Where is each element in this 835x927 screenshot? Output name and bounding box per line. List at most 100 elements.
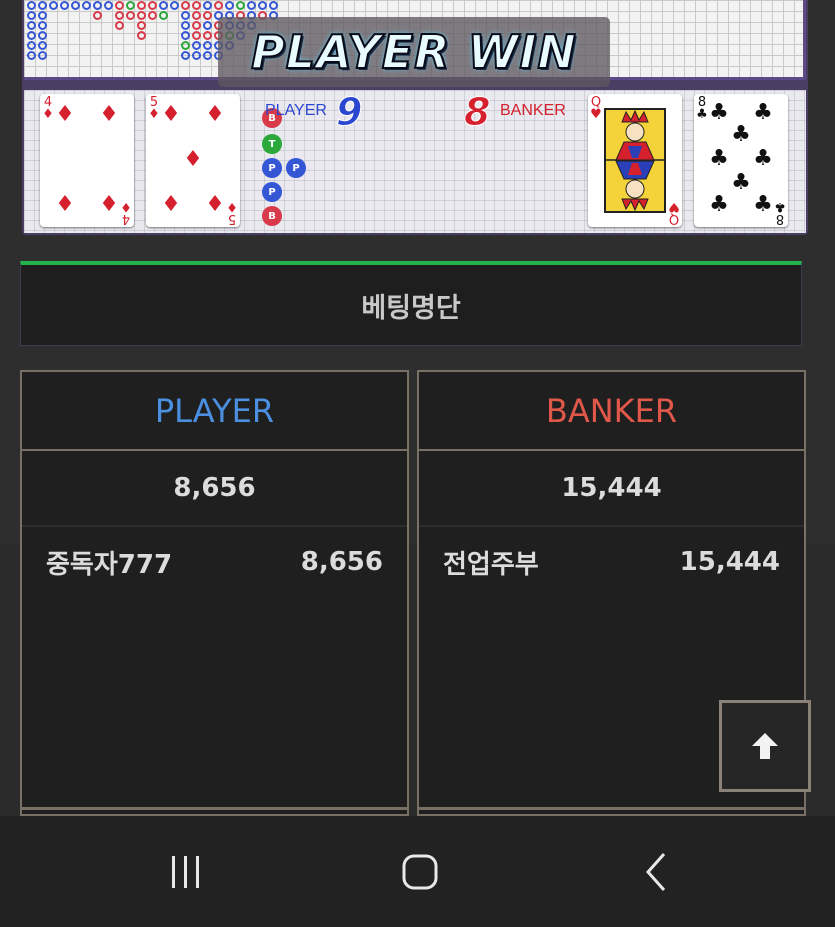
road-map-column [148, 1, 157, 20]
road-map-dot [214, 1, 223, 10]
road-map-dot [148, 11, 157, 20]
road-map-dot [38, 21, 47, 30]
list-item: 전업주부 15,444 [419, 527, 804, 597]
road-map-dot [159, 1, 168, 10]
bead-player: P [262, 182, 282, 202]
card-area [24, 90, 806, 233]
player-score-label: PLAYER [265, 102, 327, 119]
scroll-to-top-button[interactable] [719, 700, 811, 792]
road-map-dot [192, 11, 201, 20]
road-map-dot [269, 1, 278, 10]
road-map-column [203, 1, 212, 60]
player-score: 9 [335, 90, 363, 135]
bettor-name: 전업주부 [443, 549, 539, 580]
road-map-dot [27, 11, 36, 20]
road-map-column [192, 1, 201, 60]
road-map-column [82, 1, 91, 10]
road-map-dot [27, 1, 36, 10]
result-banner: PLAYER WIN [218, 17, 610, 87]
road-map-dot [93, 11, 102, 20]
road-map-dot [247, 1, 256, 10]
banker-score-label: BANKER [500, 102, 566, 119]
road-map-dot [104, 1, 113, 10]
bead-tie: T [262, 134, 282, 154]
road-map-dot [181, 41, 190, 50]
player-column-heading: PLAYER [22, 372, 407, 451]
road-map-dot [170, 1, 179, 10]
road-map-column [93, 1, 102, 20]
road-map-dot [181, 31, 190, 40]
road-map-dot [115, 11, 124, 20]
back-icon [645, 853, 666, 891]
column-divider [20, 807, 409, 816]
road-map-column [170, 1, 179, 10]
road-map-dot [192, 51, 201, 60]
road-map-dot [126, 11, 135, 20]
player-bets-column: PLAYER 8,656 중독자777 8,656 [20, 370, 409, 816]
betting-list-title: 베팅명단 [361, 292, 461, 324]
road-map-dot [115, 1, 124, 10]
road-map-dot [181, 51, 190, 60]
road-map-dot [38, 41, 47, 50]
road-map-dot [203, 31, 212, 40]
bead-player: P [286, 158, 306, 178]
road-map-dot [137, 21, 146, 30]
road-map-dot [192, 41, 201, 50]
banker-score: 8 [463, 90, 491, 135]
road-map-dot [203, 1, 212, 10]
road-map-column [104, 1, 113, 10]
road-map-dot [60, 1, 69, 10]
road-map-column [49, 1, 58, 10]
game-board: 4 ♦ ♦ ♦ ♦ ♦ 4 ♦ 5 ♦ ♦ ♦ ♦ ♦ ♦ 5 ♦ B T P P B … [22, 0, 808, 235]
queen-face-icon [604, 108, 666, 213]
road-map-dot [27, 31, 36, 40]
recent-apps-button[interactable] [156, 850, 216, 894]
road-map-dot [203, 11, 212, 20]
road-map-column [71, 1, 80, 10]
road-map-dot [137, 1, 146, 10]
back-button[interactable] [626, 850, 686, 894]
road-map-column [159, 1, 168, 20]
road-map-dot [27, 41, 36, 50]
banker-card-1: Q ♥ Q ♥ [588, 94, 682, 227]
bet-amount: 8,656 [300, 547, 383, 577]
list-item: 중독자777 8,656 [22, 527, 407, 597]
road-map-dot [27, 21, 36, 30]
road-map-dot [258, 1, 267, 10]
road-map-dot [38, 11, 47, 20]
road-map-column [60, 1, 69, 10]
banker-total: 15,444 [419, 451, 804, 527]
road-map-dot [225, 1, 234, 10]
home-button[interactable] [390, 850, 450, 894]
betting-list-header: 베팅명단 [20, 261, 802, 346]
recent-apps-icon [172, 856, 199, 888]
road-map-dot [192, 1, 201, 10]
bead-player: P [262, 158, 282, 178]
road-map-column [126, 1, 135, 20]
road-map-dot [82, 1, 91, 10]
column-divider [417, 807, 806, 816]
arrow-up-icon [752, 733, 778, 759]
bet-amount: 15,444 [679, 547, 780, 577]
road-map-dot [203, 21, 212, 30]
road-map-dot [126, 1, 135, 10]
road-map-dot [38, 1, 47, 10]
road-map-dot [137, 31, 146, 40]
system-nav-bar [0, 816, 835, 927]
bettor-name: 중독자777 [46, 549, 173, 580]
road-map-dot [181, 1, 190, 10]
road-map-dot [148, 1, 157, 10]
road-map-dot [203, 51, 212, 60]
road-map-column [137, 1, 146, 40]
road-map-dot [192, 31, 201, 40]
road-map-dot [115, 21, 124, 30]
road-map-dot [203, 41, 212, 50]
road-map-dot [38, 51, 47, 60]
road-map-dot [137, 11, 146, 20]
road-map-dot [236, 1, 245, 10]
road-map-dot [192, 21, 201, 30]
road-map-dot [181, 11, 190, 20]
road-map-dot [181, 21, 190, 30]
banker-column-heading: BANKER [419, 372, 804, 451]
road-map-column [27, 1, 36, 60]
